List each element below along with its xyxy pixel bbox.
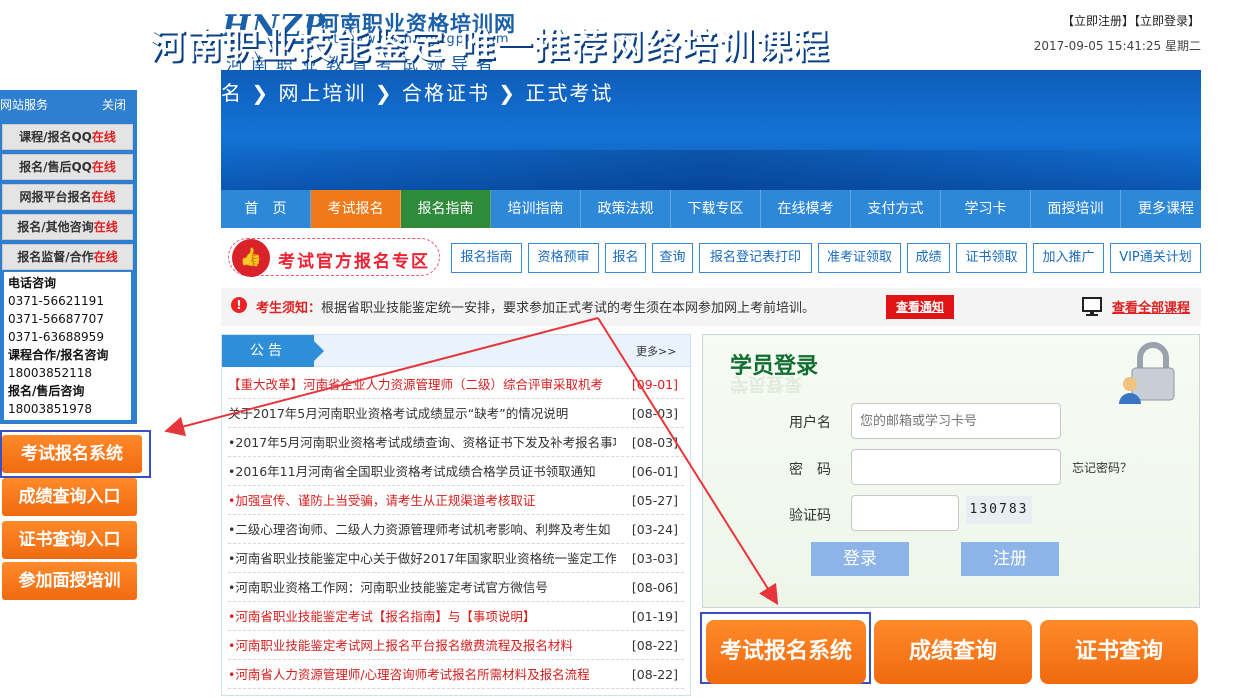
announcement-row[interactable]: •河南职业技能鉴定考试网上报名平台报名缴费流程及报名材料 [08-22]	[228, 632, 684, 660]
sublink-promotion[interactable]: 加入推广	[1033, 243, 1104, 273]
notice-text: 考生须知：根据省职业技能鉴定统一安排，要求参加正式考试的考生须在本网参加网上考前…	[256, 301, 816, 316]
official-zone-label: 考试官方报名专区	[278, 252, 430, 272]
captcha-label: 验证码	[789, 508, 831, 524]
password-input[interactable]	[851, 449, 1061, 485]
nav-policies[interactable]: 政策法规	[581, 190, 671, 228]
banner-steps: 网上报名 ❯ 网上培训 ❯ 合格证书 ❯ 正式考试	[155, 81, 614, 105]
announcement-row[interactable]: •加强宣传、谨防上当受骗，请考生从正规渠道考核取证 [05-27]	[228, 487, 684, 515]
service-panel-header: 网站服务 关闭	[0, 90, 137, 118]
sublink-prequal[interactable]: 资格预审	[528, 243, 599, 273]
announcement-row[interactable]: •河南省职业技能鉴定考试【报名指南】与【事项说明】 [01-19]	[228, 603, 684, 631]
sidebar-item-platform[interactable]: 网报平台报名在线	[2, 184, 133, 210]
nav-payment[interactable]: 支付方式	[851, 190, 941, 228]
announcement-date: [03-24]	[631, 522, 678, 537]
username-input[interactable]	[851, 403, 1061, 439]
service-panel-title: 网站服务	[0, 98, 49, 112]
exam-registration-system-button[interactable]: 考试报名系统	[706, 620, 866, 684]
sublink-register[interactable]: 报名	[605, 243, 646, 273]
announcement-date: [08-22]	[631, 667, 678, 682]
alert-icon: !	[231, 297, 247, 313]
announcement-date: [06-01]	[631, 464, 678, 479]
thumbs-up-icon: 👍	[232, 239, 270, 277]
side-score-query-button[interactable]: 成绩查询入口	[2, 478, 137, 516]
nav-exam-registration[interactable]: 考试报名	[311, 190, 401, 228]
sidebar-item-other[interactable]: 报名/其他咨询在线	[2, 214, 133, 240]
nav-home[interactable]: 首 页	[221, 190, 311, 228]
phone-info: 电话咨询 0371-56621191 0371-56687707 0371-63…	[4, 272, 131, 420]
side-exam-registration-button[interactable]: 考试报名系统	[2, 435, 142, 473]
sublink-scores[interactable]: 成绩	[907, 243, 950, 273]
nav-more-courses[interactable]: 更多课程	[1121, 190, 1211, 228]
announcement-row[interactable]: 关于2017年5月河南职业资格考试成绩显示“缺考”的情况说明 [08-03]	[228, 400, 684, 428]
register-link[interactable]: 【立即注册】	[1062, 14, 1134, 28]
main-nav: 首 页 考试报名 报名指南 培训指南 政策法规 下载专区 在线模考 支付方式 学…	[221, 190, 1201, 228]
captcha-input[interactable]	[851, 495, 959, 531]
view-notice-button[interactable]: 查看通知	[886, 295, 954, 319]
announcement-date: [09-01]	[631, 377, 678, 392]
current-datetime: 2017-09-05 15:41:25 星期二	[1033, 39, 1201, 53]
sidebar-item-course-qq[interactable]: 课程/报名QQ在线	[2, 124, 133, 150]
nav-registration-guide[interactable]: 报名指南	[401, 190, 491, 228]
sublink-vip[interactable]: VIP通关计划	[1110, 243, 1201, 273]
monitor-icon	[1082, 297, 1102, 316]
announcement-title[interactable]: •2017年5月河南职业资格考试成绩查询、资格证书下发及补考报名事项	[228, 429, 616, 457]
announcement-row[interactable]: •河南省职业技能鉴定中心关于做好2017年国家职业资格统一鉴定工作 [03-03]	[228, 545, 684, 573]
announcement-row[interactable]: •2016年11月河南省全国职业资格考试成绩合格学员证书领取通知 [06-01]	[228, 458, 684, 486]
captcha-image[interactable]: 130783	[966, 496, 1032, 524]
register-button[interactable]: 注册	[961, 542, 1059, 576]
announcement-row[interactable]: •河南职业资格工作网：河南职业技能鉴定考试官方微信号 [08-06]	[228, 574, 684, 602]
sidebar-item-supervision[interactable]: 报名监督/合作在线	[2, 244, 133, 270]
sublink-query[interactable]: 查询	[652, 243, 693, 273]
announcement-tab[interactable]: 公告	[222, 335, 324, 367]
username-label: 用户名	[789, 415, 831, 431]
forgot-password-link[interactable]: 忘记密码？	[1072, 459, 1132, 476]
password-label: 密 码	[789, 462, 831, 478]
sublink-guide[interactable]: 报名指南	[451, 243, 522, 273]
announcement-title[interactable]: •河南省人力资源管理师/心理咨询师考试报名所需材料及报名流程	[228, 661, 616, 689]
login-button[interactable]: 登录	[811, 542, 909, 576]
nav-study-card[interactable]: 学习卡	[941, 190, 1031, 228]
announcement-title[interactable]: •河南职业技能鉴定考试网上报名平台报名缴费流程及报名材料	[228, 632, 616, 660]
announcement-date: [05-27]	[631, 493, 678, 508]
sublink-admission-ticket[interactable]: 准考证领取	[818, 243, 901, 273]
sidebar-item-aftersale-qq[interactable]: 报名/售后QQ在线	[2, 154, 133, 180]
announcement-title[interactable]: •河南职业资格工作网：河南职业技能鉴定考试官方微信号	[228, 574, 616, 602]
announcement-date: [08-03]	[631, 435, 678, 450]
announcement-date: [03-03]	[631, 551, 678, 566]
announcement-date: [08-22]	[631, 638, 678, 653]
announcement-date: [08-06]	[631, 580, 678, 595]
announcement-date: [01-19]	[631, 609, 678, 624]
announcement-title[interactable]: •河南省职业技能鉴定中心关于做好2017年国家职业资格统一鉴定工作	[228, 545, 616, 573]
sublink-print-form[interactable]: 报名登记表打印	[699, 243, 812, 273]
nav-training-guide[interactable]: 培训指南	[491, 190, 581, 228]
announcement-date: [08-03]	[631, 406, 678, 421]
announcement-title[interactable]: •二级心理咨询师、二级人力资源管理师考试机考影响、利弊及考生如	[228, 516, 616, 544]
view-all-courses-link[interactable]: 查看全部课程	[1112, 297, 1190, 316]
announcement-row[interactable]: 【重大改革】河南省企业人力资源管理师（二级）综合评审采取机考 [09-01]	[228, 371, 684, 399]
login-title-reflection: 学员登录	[730, 373, 802, 394]
banner-title: 河南职业技能鉴定 唯一推荐网络培训课程	[150, 26, 831, 67]
side-certificate-query-button[interactable]: 证书查询入口	[2, 521, 137, 559]
login-link[interactable]: 【立即登录】	[1134, 14, 1200, 28]
announcement-title[interactable]: 【重大改革】河南省企业人力资源管理师（二级）综合评审采取机考	[228, 371, 616, 399]
account-links: 【立即注册】【立即登录】	[1020, 12, 1200, 29]
announcement-row[interactable]: •2017年5月河南职业资格考试成绩查询、资格证书下发及补考报名事项 [08-03…	[228, 429, 684, 457]
score-query-button[interactable]: 成绩查询	[874, 620, 1032, 684]
announcement-row[interactable]: •河南省人力资源管理师/心理咨询师考试报名所需材料及报名流程 [08-22]	[228, 661, 684, 689]
announcement-row[interactable]: •二级心理咨询师、二级人力资源管理师考试机考影响、利弊及考生如 [03-24]	[228, 516, 684, 544]
service-panel-close[interactable]: 关闭	[102, 96, 126, 113]
sublink-certificate[interactable]: 证书领取	[956, 243, 1027, 273]
side-offline-training-button[interactable]: 参加面授培训	[2, 562, 137, 600]
announcement-title[interactable]: •河南省职业技能鉴定考试【报名指南】与【事项说明】	[228, 603, 616, 631]
nav-downloads[interactable]: 下载专区	[671, 190, 761, 228]
nav-mock-exam[interactable]: 在线模考	[761, 190, 851, 228]
lock-user-icon	[1119, 342, 1175, 404]
nav-offline-training[interactable]: 面授培训	[1031, 190, 1121, 228]
announcement-title[interactable]: •2016年11月河南省全国职业资格考试成绩合格学员证书领取通知	[228, 458, 616, 486]
announcement-title[interactable]: 关于2017年5月河南职业资格考试成绩显示“缺考”的情况说明	[228, 400, 616, 428]
announcement-more-link[interactable]: 更多>>	[636, 343, 676, 359]
certificate-query-button[interactable]: 证书查询	[1040, 620, 1198, 684]
announcement-title[interactable]: •加强宣传、谨防上当受骗，请考生从正规渠道考核取证	[228, 487, 616, 515]
